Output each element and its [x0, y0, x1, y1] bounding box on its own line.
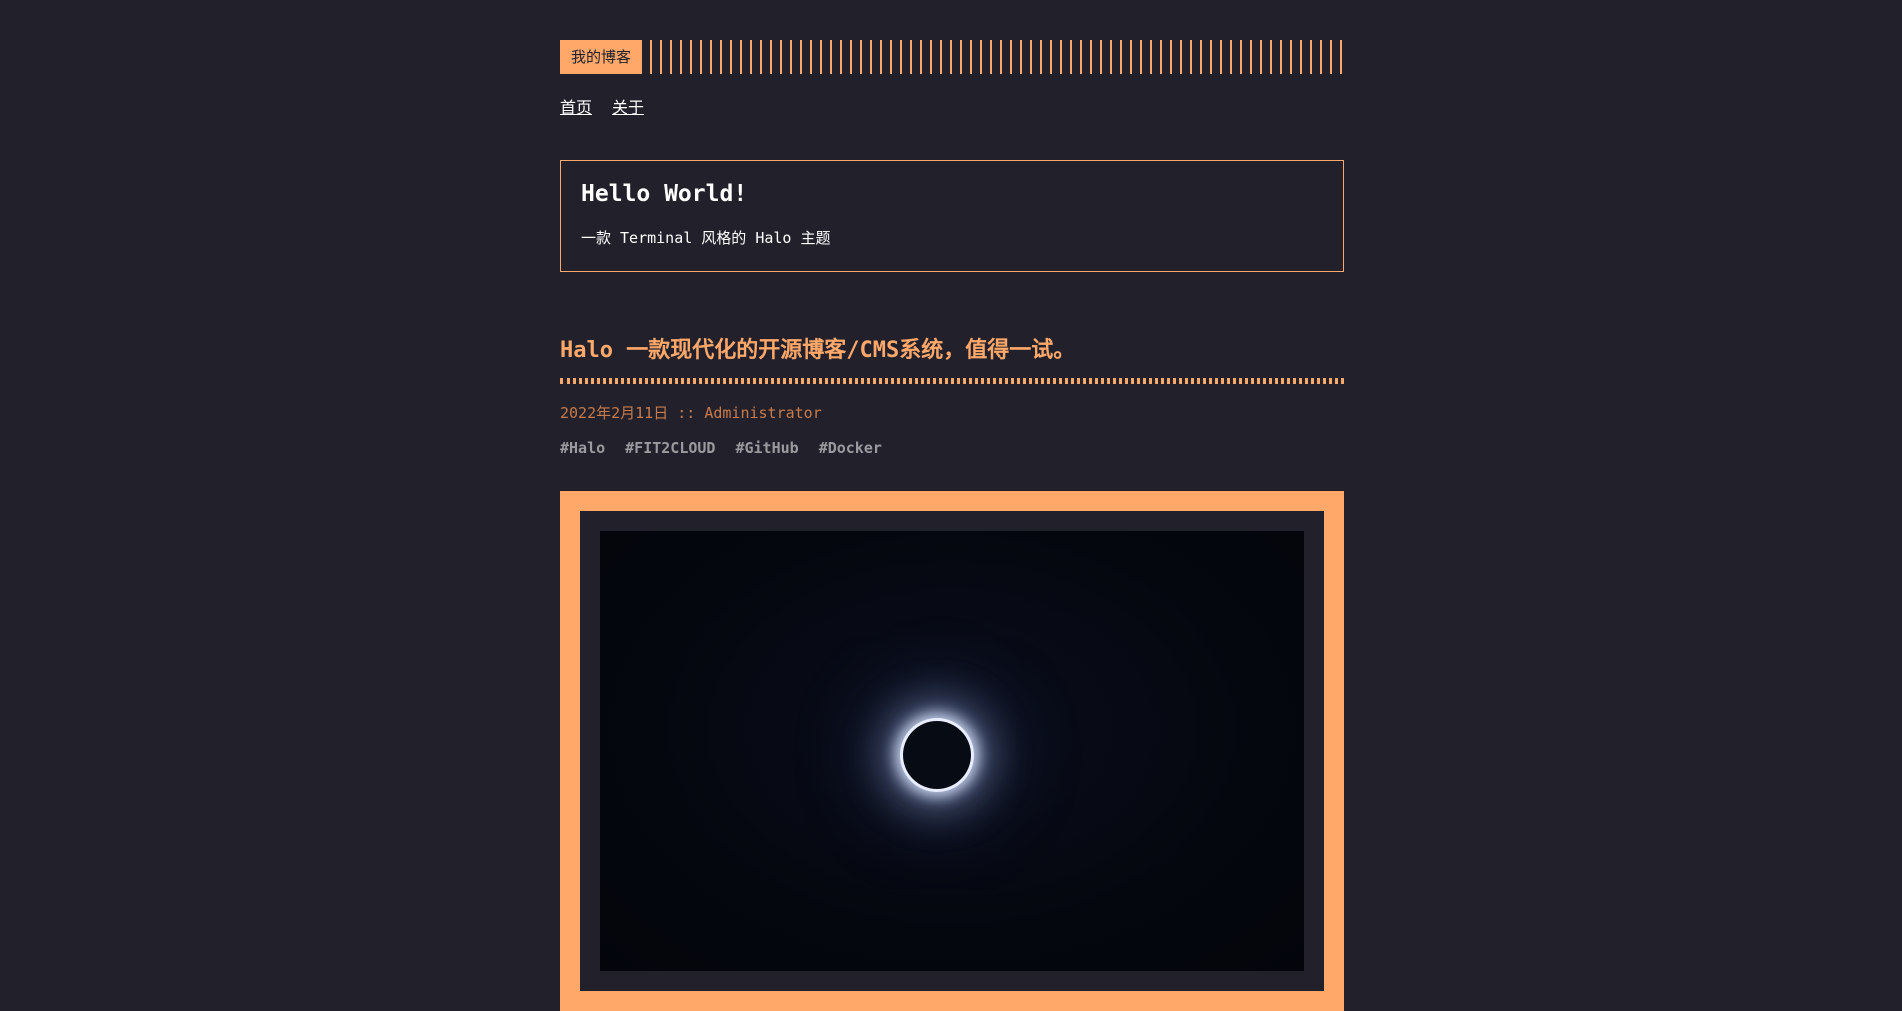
page-container: 我的博客 首页 关于 Hello World! 一款 Terminal 风格的 … — [560, 40, 1344, 1011]
cover-image[interactable] — [600, 531, 1304, 971]
post-meta: 2022年2月11日 :: Administrator — [560, 404, 822, 422]
eclipse-graphic — [903, 721, 971, 789]
title-divider — [560, 378, 1344, 384]
hero-box: Hello World! 一款 Terminal 风格的 Halo 主题 — [560, 160, 1344, 272]
main-nav: 首页 关于 — [560, 94, 1344, 118]
post-card: Halo 一款现代化的开源博客/CMS系统，值得一试。 2022年2月11日 :… — [560, 332, 1344, 1011]
hero-subtitle: 一款 Terminal 风格的 Halo 主题 — [581, 229, 831, 247]
hero-title: Hello World! — [581, 181, 748, 207]
tag-link[interactable]: #Docker — [819, 439, 882, 457]
nav-item-about[interactable]: 关于 — [612, 94, 644, 118]
tag-link[interactable]: #GitHub — [735, 439, 798, 457]
cover-inner — [580, 511, 1324, 991]
post-title[interactable]: Halo 一款现代化的开源博客/CMS系统，值得一试。 — [560, 332, 1344, 364]
tag-link[interactable]: #Halo — [560, 439, 605, 457]
logo-stripes — [650, 40, 1344, 74]
header: 我的博客 — [560, 40, 1344, 74]
site-logo[interactable]: 我的博客 — [560, 40, 643, 74]
cover-frame[interactable] — [560, 491, 1344, 1011]
tag-link[interactable]: #FIT2CLOUD — [625, 439, 715, 457]
post-tags: #Halo #FIT2CLOUD #GitHub #Docker — [560, 439, 1344, 457]
nav-item-home[interactable]: 首页 — [560, 94, 592, 118]
